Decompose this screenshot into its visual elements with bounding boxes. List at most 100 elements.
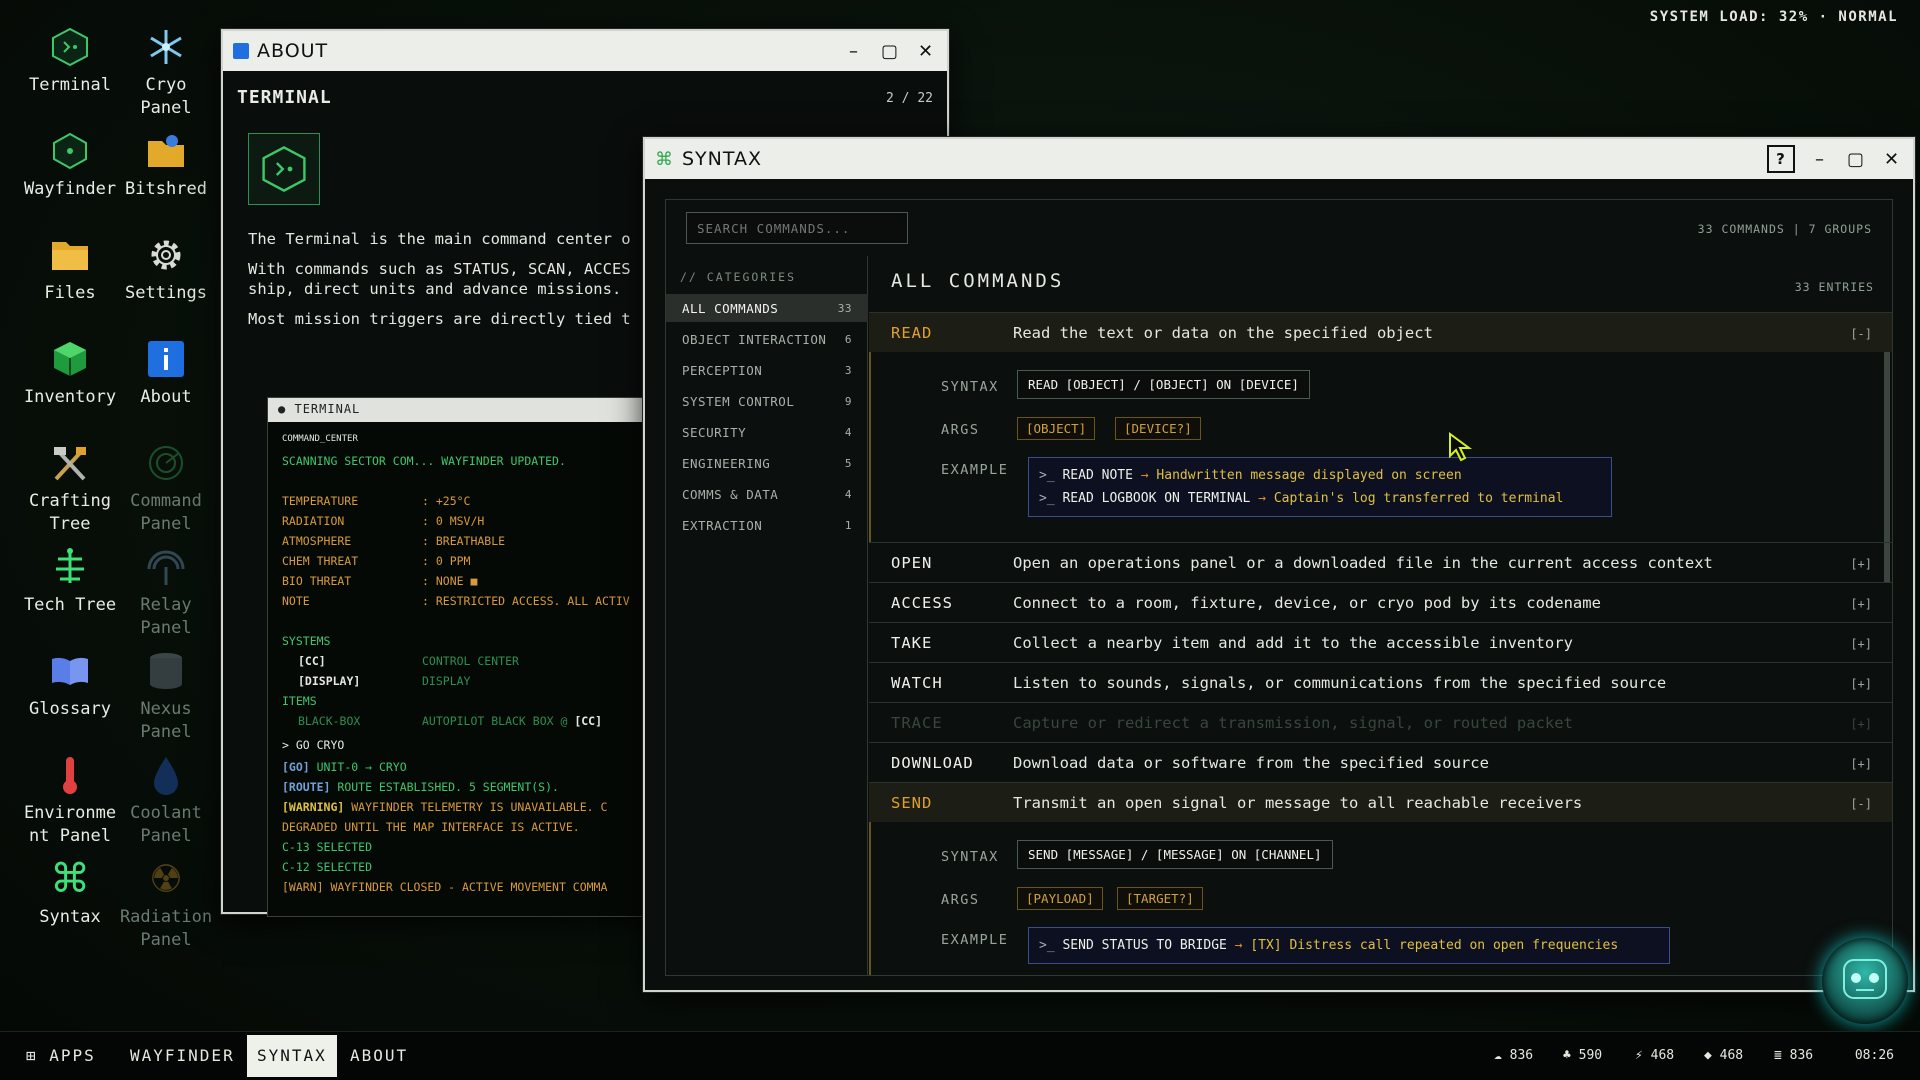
desktop-icon-label: Glossary: [29, 699, 111, 719]
collapse-toggle[interactable]: [-]: [1850, 327, 1872, 341]
command-row-send[interactable]: SEND Transmit an open signal or message …: [869, 782, 1892, 822]
minimize-icon[interactable]: –: [843, 40, 865, 62]
desktop-icon-label: Inventory: [23, 387, 117, 407]
desktop-icon-label: About: [140, 387, 192, 407]
thermometer-icon: [47, 752, 93, 798]
desktop-icon-about[interactable]: About: [118, 336, 214, 409]
minimize-icon[interactable]: –: [1809, 148, 1831, 170]
category-count: 5: [844, 457, 852, 470]
category-all-commands[interactable]: ALL COMMANDS 33: [666, 294, 868, 322]
radar-icon: [143, 440, 189, 486]
desktop-icon-label: Cryo Panel: [140, 75, 192, 118]
command-row-trace[interactable]: TRACE Capture or redirect a transmission…: [869, 702, 1892, 742]
desktop-icon-coolant-panel[interactable]: Coolant Panel: [118, 752, 214, 848]
category-label: ENGINEERING: [682, 456, 771, 471]
expand-toggle[interactable]: [+]: [1850, 677, 1872, 691]
category-engineering[interactable]: ENGINEERING 5: [666, 449, 868, 477]
expand-toggle[interactable]: [+]: [1850, 597, 1872, 611]
expand-toggle[interactable]: [+]: [1850, 637, 1872, 651]
about-heading: TERMINAL: [237, 87, 332, 108]
assistant-bot-avatar[interactable]: [1822, 938, 1908, 1024]
taskbar-tab-about[interactable]: ABOUT: [340, 1035, 418, 1077]
desktop-icon-wayfinder[interactable]: Wayfinder: [22, 128, 118, 201]
desktop-icon-label: Radiation Panel: [119, 907, 213, 950]
info-icon: [233, 43, 249, 59]
desktop-icon-tech-tree[interactable]: Tech Tree: [22, 544, 118, 617]
category-perception[interactable]: PERCEPTION 3: [666, 356, 868, 384]
desktop-icon-radiation-panel[interactable]: ☢ Radiation Panel: [118, 856, 214, 952]
desktop-icon-command-panel[interactable]: Command Panel: [118, 440, 214, 536]
desktop-icon-syntax[interactable]: ⌘ Syntax: [22, 856, 118, 929]
search-input[interactable]: [686, 212, 908, 244]
resource-stat: ⚡ 468: [1635, 1048, 1674, 1063]
maximize-icon[interactable]: ▢: [1845, 148, 1867, 170]
arrow-glyph: →: [1250, 491, 1274, 506]
command-row-take[interactable]: TAKE Collect a nearby item and add it to…: [869, 622, 1892, 662]
desktop-icon-inventory[interactable]: Inventory: [22, 336, 118, 409]
log-tag: [WARNING]: [282, 800, 345, 814]
category-system-control[interactable]: SYSTEM CONTROL 9: [666, 387, 868, 415]
command-row-watch[interactable]: WATCH Listen to sounds, signals, or comm…: [869, 662, 1892, 702]
desktop-icon-files[interactable]: Files: [22, 232, 118, 305]
syntax-titlebar[interactable]: ⌘ SYNTAX ? – ▢ ✕: [645, 139, 1913, 179]
prompt-glyph: >_: [1039, 468, 1055, 483]
desktop-icon-nexus-panel[interactable]: Nexus Panel: [118, 648, 214, 744]
desktop-icon-crafting-tree[interactable]: Crafting Tree: [22, 440, 118, 536]
close-icon[interactable]: ✕: [915, 40, 937, 62]
example-result: Handwritten message displayed on screen: [1156, 468, 1462, 483]
category-count: 3: [844, 364, 852, 377]
desktop-icon-bitshred[interactable]: Bitshred: [118, 128, 214, 201]
wayfinder-icon: [47, 128, 93, 174]
log-text: [WARN] WAYFINDER CLOSED - ACTIVE MOVEMEN…: [282, 880, 608, 894]
log-text: ROUTE ESTABLISHED. 5 SEGMENT(S).: [330, 780, 559, 794]
command-name: OPEN: [891, 554, 933, 572]
desktop-icon-label: Terminal: [29, 75, 111, 95]
close-icon[interactable]: ✕: [1881, 148, 1903, 170]
help-button[interactable]: ?: [1767, 145, 1795, 173]
command-row-download[interactable]: DOWNLOAD Download data or software from …: [869, 742, 1892, 782]
command-name: TAKE: [891, 634, 933, 652]
maximize-icon[interactable]: ▢: [879, 40, 901, 62]
category-object-interaction[interactable]: OBJECT INTERACTION 6: [666, 325, 868, 353]
command-name: WATCH: [891, 674, 943, 692]
desktop-icon-relay-panel[interactable]: Relay Panel: [118, 544, 214, 640]
reading-value: : +25°C: [422, 494, 471, 508]
terminal-scan-line: SCANNING SECTOR COM... WAYFINDER UPDATED…: [282, 454, 566, 468]
command-name: TRACE: [891, 714, 943, 732]
desktop-icon-environment-panel[interactable]: Environme nt Panel: [22, 752, 118, 848]
command-row-access[interactable]: ACCESS Connect to a room, fixture, devic…: [869, 582, 1892, 622]
example-command: READ LOGBOOK ON TERMINAL: [1054, 491, 1251, 506]
system-key: [DISPLAY]: [298, 674, 361, 688]
command-row-open[interactable]: OPEN Open an operations panel or a downl…: [869, 542, 1892, 582]
terminal-command-line: > GO CRYO: [282, 738, 345, 752]
desktop-icon-settings[interactable]: Settings: [118, 232, 214, 305]
arg-chip: [TARGET?]: [1117, 887, 1203, 910]
syntax-window-title: SYNTAX: [682, 148, 763, 170]
desktop-icon-glossary[interactable]: Glossary: [22, 648, 118, 721]
command-name: SEND: [891, 794, 933, 812]
apps-button[interactable]: ⊞ APPS: [16, 1035, 106, 1077]
category-extraction[interactable]: EXTRACTION 1: [666, 511, 868, 539]
command-key-icon: ⌘: [50, 856, 90, 902]
desktop-icon-label: Tech Tree: [23, 595, 117, 615]
reading-key: RADIATION: [282, 514, 345, 528]
category-comms-data[interactable]: COMMS & DATA 4: [666, 480, 868, 508]
category-security[interactable]: SECURITY 4: [666, 418, 868, 446]
taskbar-tab-syntax[interactable]: SYNTAX: [247, 1035, 337, 1077]
collapse-toggle[interactable]: [-]: [1850, 797, 1872, 811]
desktop-icon-cryo-panel[interactable]: Cryo Panel: [118, 24, 214, 120]
command-row-read[interactable]: READ Read the text or data on the specif…: [869, 312, 1892, 352]
about-description-line: With commands such as STATUS, SCAN, ACCE…: [248, 260, 631, 278]
desktop-icon-label: Files: [44, 283, 96, 303]
desktop-icon-terminal[interactable]: Terminal: [22, 24, 118, 97]
args-label: ARGS: [941, 892, 980, 908]
expand-toggle[interactable]: [+]: [1850, 557, 1872, 571]
reading-value: : RESTRICTED ACCESS. ALL ACTIV: [422, 594, 630, 608]
example-block: >_ READ NOTE → Handwritten message displ…: [1028, 457, 1612, 517]
expand-toggle[interactable]: [+]: [1850, 757, 1872, 771]
about-titlebar[interactable]: ABOUT – ▢ ✕: [223, 31, 947, 71]
expand-toggle[interactable]: [+]: [1850, 717, 1872, 731]
syntax-value: SEND [MESSAGE] / [MESSAGE] ON [CHANNEL]: [1017, 840, 1333, 869]
cloud-icon: ☁: [1494, 1048, 1502, 1063]
taskbar-tab-wayfinder[interactable]: WAYFINDER: [120, 1035, 245, 1077]
